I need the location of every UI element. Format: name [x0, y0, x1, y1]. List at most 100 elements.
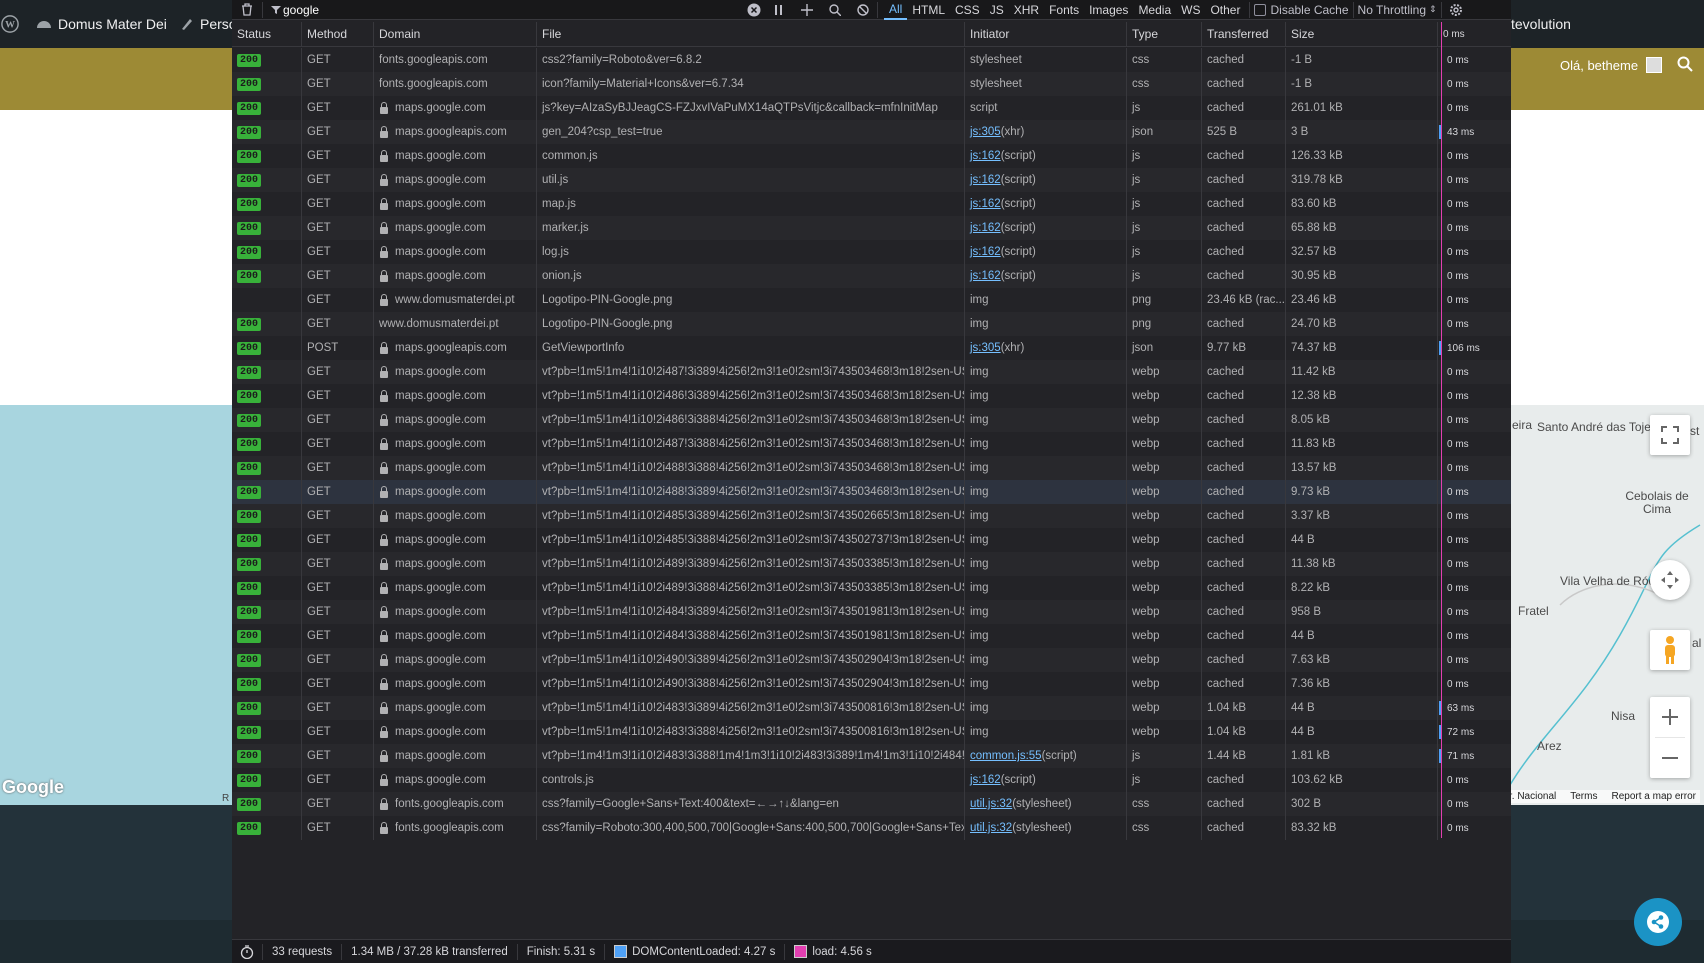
file-label: vt?pb=!1m5!1m4!1i10!2i490!3i389!4i256!2m…	[542, 654, 965, 666]
request-row[interactable]: 200 GET maps.google.com vt?pb=!1m5!1m4!1i10…	[232, 432, 1511, 456]
filter-button-ws[interactable]: WS	[1176, 0, 1205, 20]
performance-analysis-icon[interactable]	[232, 943, 263, 960]
initiator-link[interactable]: js:162	[970, 270, 1001, 282]
request-row[interactable]: 200 POST maps.googleapis.com GetViewportInf…	[232, 336, 1511, 360]
timing-label: 0 ms	[1447, 798, 1469, 810]
filter-button-all[interactable]: All	[884, 0, 908, 20]
share-button[interactable]	[1634, 898, 1682, 946]
request-row[interactable]: 200 GET maps.google.com vt?pb=!1m5!1m4!1i10…	[232, 720, 1511, 744]
column-header-transferred[interactable]: Transferred	[1202, 22, 1286, 46]
initiator-link[interactable]: js:162	[970, 174, 1001, 186]
request-row[interactable]: 200 GET maps.google.com controls.js js:162 (…	[232, 768, 1511, 792]
throttling-select[interactable]: No Throttling ⇕	[1358, 0, 1437, 20]
initiator-link[interactable]: js:162	[970, 774, 1001, 786]
filter-button-xhr[interactable]: XHR	[1009, 0, 1044, 20]
request-row[interactable]: 200 GET maps.google.com log.js js:162 (scrip…	[232, 240, 1511, 264]
map-camera-control-icon[interactable]	[1650, 560, 1690, 600]
request-row[interactable]: 200 GET maps.google.com vt?pb=!1m5!1m4!1i10…	[232, 624, 1511, 648]
column-header-file[interactable]: File	[537, 22, 965, 46]
initiator-link[interactable]: js:162	[970, 150, 1001, 162]
column-header-size[interactable]: Size	[1286, 22, 1438, 46]
initiator-link[interactable]: js:162	[970, 246, 1001, 258]
street-view-pegman-icon[interactable]	[1650, 630, 1690, 670]
initiator-link[interactable]: js:305	[970, 342, 1001, 354]
filter-button-images[interactable]: Images	[1084, 0, 1133, 20]
zoom-out-icon[interactable]	[1661, 738, 1679, 778]
fullscreen-icon[interactable]	[1650, 415, 1690, 455]
wp-account-menu[interactable]: Olá, betheme	[1560, 48, 1663, 82]
request-row[interactable]: 200 GET maps.google.com vt?pb=!1m4!1m3!1i10…	[232, 744, 1511, 768]
filter-button-html[interactable]: HTML	[907, 0, 950, 20]
type-label: js	[1132, 222, 1141, 234]
search-icon[interactable]	[821, 0, 849, 20]
request-row[interactable]: 200 GET maps.google.com vt?pb=!1m5!1m4!1i10…	[232, 672, 1511, 696]
filter-button-media[interactable]: Media	[1133, 0, 1176, 20]
pause-icon[interactable]	[765, 0, 793, 20]
report-error-link[interactable]: Report a map error	[1611, 791, 1695, 802]
request-row[interactable]: 200 GET maps.google.com marker.js js:162 (sc…	[232, 216, 1511, 240]
request-row[interactable]: 200 GET www.domusmaterdei.pt Logotipo-PIN-G…	[232, 312, 1511, 336]
clear-filter-icon[interactable]	[743, 0, 765, 20]
clear-requests-icon[interactable]	[232, 0, 262, 20]
wordpress-logo-icon[interactable]: W	[0, 0, 20, 48]
zoom-in-icon[interactable]	[1661, 697, 1679, 737]
request-row[interactable]: 200 GET maps.google.com vt?pb=!1m5!1m4!1i10…	[232, 552, 1511, 576]
wp-site-menu[interactable]: Domus Mater Dei	[36, 0, 167, 48]
wp-top-menu-item[interactable]: tevolution	[1511, 0, 1571, 48]
request-row[interactable]: 200 GET maps.google.com common.js js:162 (sc…	[232, 144, 1511, 168]
request-row[interactable]: 200 GET maps.google.com vt?pb=!1m5!1m4!1i10…	[232, 384, 1511, 408]
initiator-link[interactable]: js:305	[970, 126, 1001, 138]
request-row[interactable]: 200 GET maps.google.com util.js js:162 (scri…	[232, 168, 1511, 192]
initiator-link[interactable]: js:162	[970, 198, 1001, 210]
request-row[interactable]: 200 GET maps.google.com vt?pb=!1m5!1m4!1i10…	[232, 480, 1511, 504]
initiator-link[interactable]: util.js:32	[970, 798, 1012, 810]
request-row[interactable]: 200 GET fonts.googleapis.com icon?family=Ma…	[232, 72, 1511, 96]
request-row[interactable]: 200 GET maps.googleapis.com gen_204?csp_tes…	[232, 120, 1511, 144]
request-row[interactable]: 200 GET maps.google.com js?key=AIzaSyBJJeag…	[232, 96, 1511, 120]
request-row[interactable]: 200 GET maps.google.com vt?pb=!1m5!1m4!1i10…	[232, 456, 1511, 480]
column-header-type[interactable]: Type	[1127, 22, 1202, 46]
column-header-status[interactable]: Status	[232, 22, 302, 46]
domain-label: maps.google.com	[395, 150, 486, 162]
transferred-label: cached	[1207, 774, 1245, 786]
column-header-initiator[interactable]: Initiator	[965, 22, 1127, 46]
add-request-blocking-icon[interactable]	[793, 0, 821, 20]
request-row[interactable]: 200 GET maps.google.com vt?pb=!1m5!1m4!1i10…	[232, 408, 1511, 432]
timing-label: 0 ms	[1447, 174, 1469, 186]
block-icon[interactable]	[849, 0, 877, 20]
request-row[interactable]: 200 GET maps.google.com vt?pb=!1m5!1m4!1i10…	[232, 528, 1511, 552]
method-label: GET	[307, 366, 331, 378]
request-row[interactable]: 200 GET fonts.googleapis.com css2?family=Ro…	[232, 48, 1511, 72]
request-row[interactable]: 200 GET maps.google.com onion.js js:162 (scr…	[232, 264, 1511, 288]
disable-cache-checkbox[interactable]	[1254, 3, 1267, 16]
terms-link[interactable]: Terms	[1570, 791, 1597, 802]
request-row[interactable]: 200 GET maps.google.com vt?pb=!1m5!1m4!1i10…	[232, 360, 1511, 384]
initiator-link[interactable]: util.js:32	[970, 822, 1012, 834]
request-row[interactable]: 200 GET maps.google.com vt?pb=!1m5!1m4!1i10…	[232, 696, 1511, 720]
request-row[interactable]: GET www.domusmaterdei.pt Logotipo-PIN-Goog…	[232, 288, 1511, 312]
search-icon[interactable]	[1677, 56, 1693, 77]
wp-customize-menu[interactable]: Perso	[180, 0, 237, 48]
initiator-link[interactable]: common.js:55	[970, 750, 1042, 762]
column-header-domain[interactable]: Domain	[374, 22, 537, 46]
request-row[interactable]: 200 GET fonts.googleapis.com css?family=Rob…	[232, 816, 1511, 840]
filter-button-other[interactable]: Other	[1205, 0, 1245, 20]
initiator-link[interactable]: js:162	[970, 222, 1001, 234]
request-row[interactable]: 200 GET maps.google.com vt?pb=!1m5!1m4!1i10…	[232, 504, 1511, 528]
settings-gear-icon[interactable]	[1446, 0, 1466, 20]
request-row[interactable]: 200 GET maps.google.com map.js js:162 (scrip…	[232, 192, 1511, 216]
request-row[interactable]: 200 GET maps.google.com vt?pb=!1m5!1m4!1i10…	[232, 648, 1511, 672]
column-header-method[interactable]: Method	[302, 22, 374, 46]
method-cell: GET	[302, 360, 374, 384]
dom-loaded-swatch	[614, 945, 628, 958]
filter-button-css[interactable]: CSS	[950, 0, 985, 20]
request-row[interactable]: 200 GET maps.google.com vt?pb=!1m5!1m4!1i10…	[232, 600, 1511, 624]
column-header-waterfall[interactable]: 0 ms	[1438, 22, 1511, 46]
filter-urls-input[interactable]	[283, 2, 743, 17]
filter-button-js[interactable]: JS	[985, 0, 1009, 20]
filter-button-fonts[interactable]: Fonts	[1044, 0, 1084, 20]
request-row[interactable]: 200 GET fonts.googleapis.com css?family=Goo…	[232, 792, 1511, 816]
disable-cache-toggle[interactable]: Disable Cache	[1254, 0, 1349, 20]
request-row[interactable]: 200 GET maps.google.com vt?pb=!1m5!1m4!1i10…	[232, 576, 1511, 600]
type-label: css	[1132, 798, 1150, 810]
